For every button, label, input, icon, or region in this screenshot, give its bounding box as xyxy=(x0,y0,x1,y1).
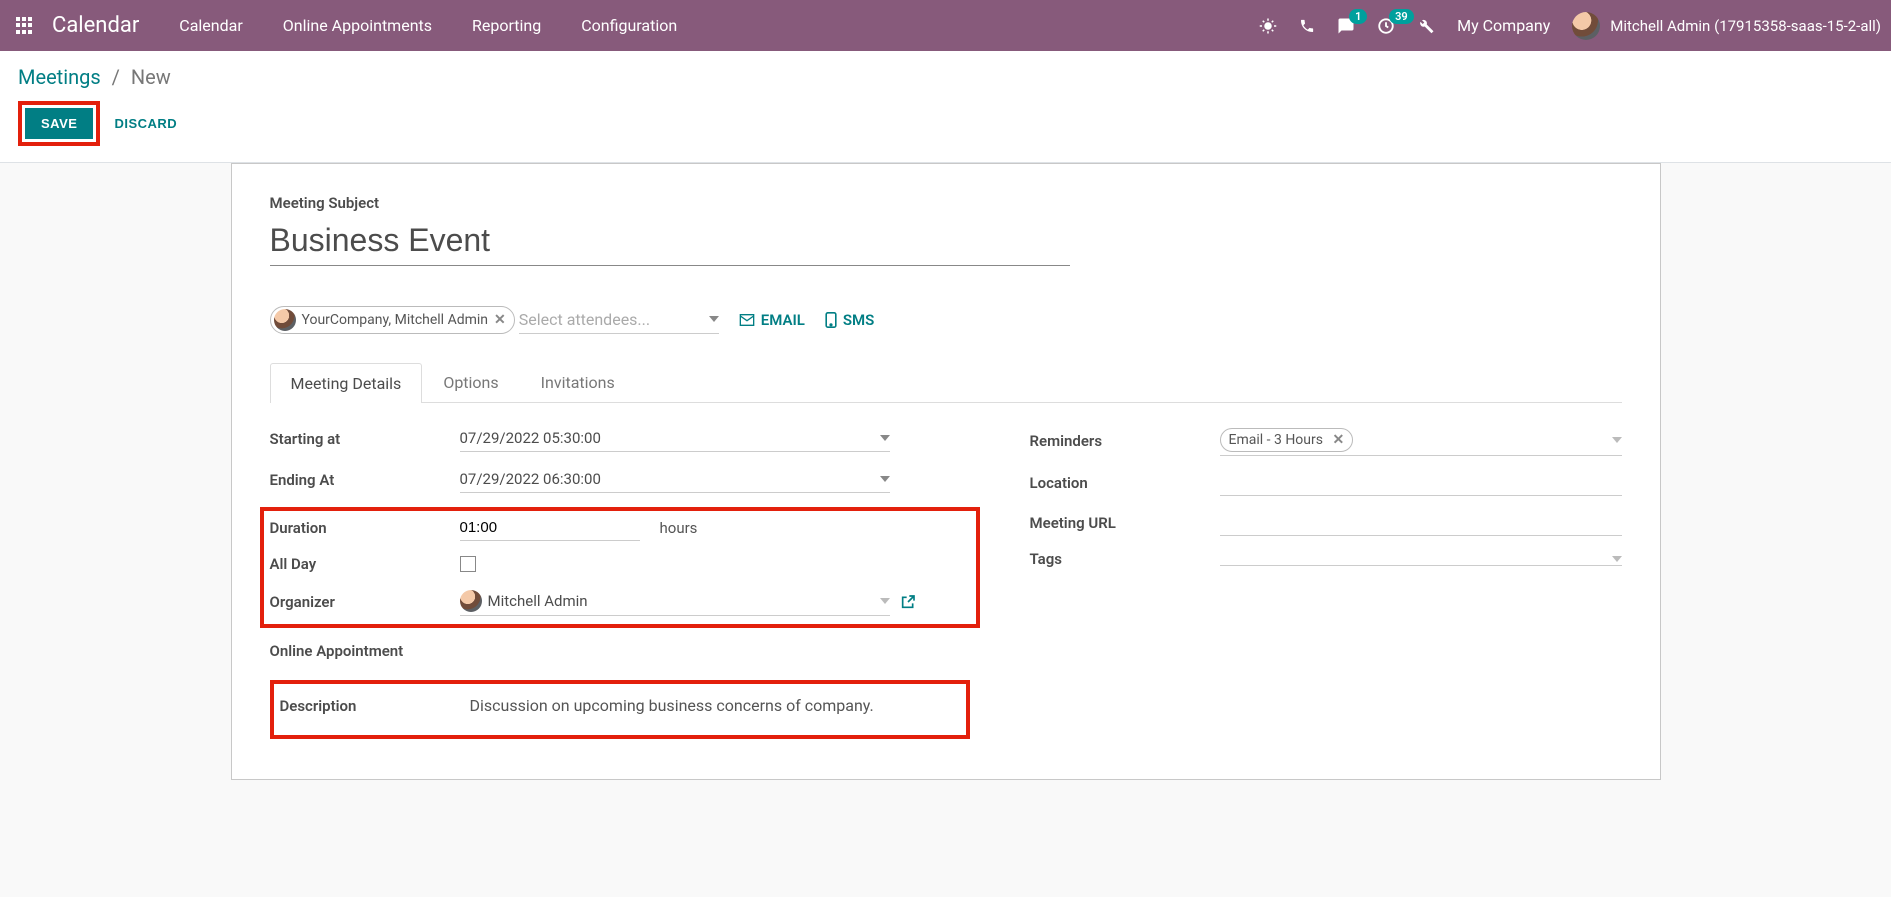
debug-icon[interactable] xyxy=(1259,17,1277,35)
tab-meeting-details[interactable]: Meeting Details xyxy=(270,363,423,403)
external-link-icon[interactable] xyxy=(900,594,916,610)
phone-icon[interactable] xyxy=(1299,18,1315,34)
messages-icon[interactable]: 1 xyxy=(1337,17,1355,35)
attendee-chip[interactable]: YourCompany, Mitchell Admin ✕ xyxy=(270,306,515,334)
breadcrumb-current: New xyxy=(131,65,171,89)
starting-at-label: Starting at xyxy=(270,430,460,448)
tabs: Meeting Details Options Invitations xyxy=(270,362,1622,403)
tags-field[interactable] xyxy=(1220,553,1622,566)
chevron-down-icon xyxy=(1612,437,1622,443)
top-navbar: Calendar Calendar Online Appointments Re… xyxy=(0,0,1891,51)
online-appointment-label: Online Appointment xyxy=(270,642,404,660)
attendee-row: YourCompany, Mitchell Admin ✕ Select att… xyxy=(270,306,1622,334)
starting-at-field[interactable]: 07/29/2022 05:30:00 xyxy=(460,425,890,452)
company-selector[interactable]: My Company xyxy=(1457,16,1550,35)
subject-input[interactable] xyxy=(270,218,1070,266)
reminders-field[interactable]: Email - 3 Hours ✕ xyxy=(1220,425,1622,456)
description-value[interactable]: Discussion on upcoming business concerns… xyxy=(470,696,874,715)
duration-unit: hours xyxy=(660,519,698,537)
apps-launcher-icon[interactable] xyxy=(16,17,34,35)
chevron-down-icon xyxy=(880,598,890,604)
activities-icon[interactable]: 39 xyxy=(1377,17,1395,35)
user-avatar-icon xyxy=(1572,12,1600,40)
highlight-save: SAVE xyxy=(18,101,100,146)
duration-input[interactable] xyxy=(460,515,640,541)
highlight-description-block: Description Discussion on upcoming busin… xyxy=(270,680,970,739)
left-column: Starting at 07/29/2022 05:30:00 Ending A… xyxy=(270,425,970,739)
highlight-duration-block: Duration hours All Day Organizer xyxy=(260,507,980,628)
right-column: Reminders Email - 3 Hours ✕ Location xyxy=(1030,425,1622,739)
allday-checkbox[interactable] xyxy=(460,556,476,572)
activities-badge: 39 xyxy=(1389,9,1414,24)
attendee-chip-remove-icon[interactable]: ✕ xyxy=(494,312,506,328)
tab-options[interactable]: Options xyxy=(422,362,519,402)
tab-invitations[interactable]: Invitations xyxy=(520,362,636,402)
organizer-label: Organizer xyxy=(270,593,460,611)
chevron-down-icon xyxy=(709,316,719,322)
top-nav: Calendar Online Appointments Reporting C… xyxy=(179,16,677,35)
user-display-name: Mitchell Admin (17915358-saas-15-2-all) xyxy=(1610,17,1881,35)
discard-button[interactable]: DISCARD xyxy=(114,116,177,131)
ending-at-label: Ending At xyxy=(270,471,460,489)
nav-configuration[interactable]: Configuration xyxy=(581,16,677,35)
nav-reporting[interactable]: Reporting xyxy=(472,16,541,35)
app-title: Calendar xyxy=(52,13,139,38)
tags-label: Tags xyxy=(1030,550,1220,568)
reminders-label: Reminders xyxy=(1030,432,1220,450)
nav-online-appointments[interactable]: Online Appointments xyxy=(283,16,432,35)
chevron-down-icon xyxy=(880,435,890,441)
attendee-placeholder: Select attendees... xyxy=(519,310,650,329)
email-button[interactable]: EMAIL xyxy=(739,311,805,329)
breadcrumb: Meetings / New xyxy=(18,65,1873,89)
meeting-url-label: Meeting URL xyxy=(1030,514,1220,532)
breadcrumb-meetings[interactable]: Meetings xyxy=(18,65,101,89)
top-right-tools: 1 39 My Company Mitchell Admin (17915358… xyxy=(1259,12,1881,40)
attendee-avatar-icon xyxy=(274,309,296,331)
subject-label: Meeting Subject xyxy=(270,194,1622,212)
save-button[interactable]: SAVE xyxy=(25,108,93,139)
organizer-field[interactable]: Mitchell Admin xyxy=(460,587,890,616)
reminder-remove-icon[interactable]: ✕ xyxy=(1329,432,1344,448)
location-label: Location xyxy=(1030,474,1220,492)
reminder-tag[interactable]: Email - 3 Hours ✕ xyxy=(1220,428,1354,452)
sms-button[interactable]: SMS xyxy=(825,311,874,329)
organizer-value: Mitchell Admin xyxy=(488,592,588,610)
meeting-url-input[interactable] xyxy=(1220,510,1622,536)
nav-calendar[interactable]: Calendar xyxy=(179,16,242,35)
mobile-icon xyxy=(825,312,837,328)
control-panel: Meetings / New SAVE DISCARD xyxy=(0,51,1891,163)
tools-icon[interactable] xyxy=(1417,17,1435,35)
starting-at-value: 07/29/2022 05:30:00 xyxy=(460,429,601,447)
duration-label: Duration xyxy=(270,519,460,537)
chevron-down-icon xyxy=(1612,556,1622,562)
user-menu[interactable]: Mitchell Admin (17915358-saas-15-2-all) xyxy=(1572,12,1881,40)
ending-at-field[interactable]: 07/29/2022 06:30:00 xyxy=(460,466,890,493)
messages-badge: 1 xyxy=(1349,9,1367,24)
location-input[interactable] xyxy=(1220,470,1622,496)
ending-at-value: 07/29/2022 06:30:00 xyxy=(460,470,601,488)
attendee-chip-label: YourCompany, Mitchell Admin xyxy=(302,312,489,328)
description-label: Description xyxy=(280,697,470,715)
chevron-down-icon xyxy=(880,476,890,482)
envelope-icon xyxy=(739,313,755,327)
form-sheet: Meeting Subject YourCompany, Mitchell Ad… xyxy=(231,163,1661,780)
organizer-avatar-icon xyxy=(460,590,482,612)
attendee-select[interactable]: Select attendees... xyxy=(519,307,719,334)
allday-label: All Day xyxy=(270,555,460,573)
